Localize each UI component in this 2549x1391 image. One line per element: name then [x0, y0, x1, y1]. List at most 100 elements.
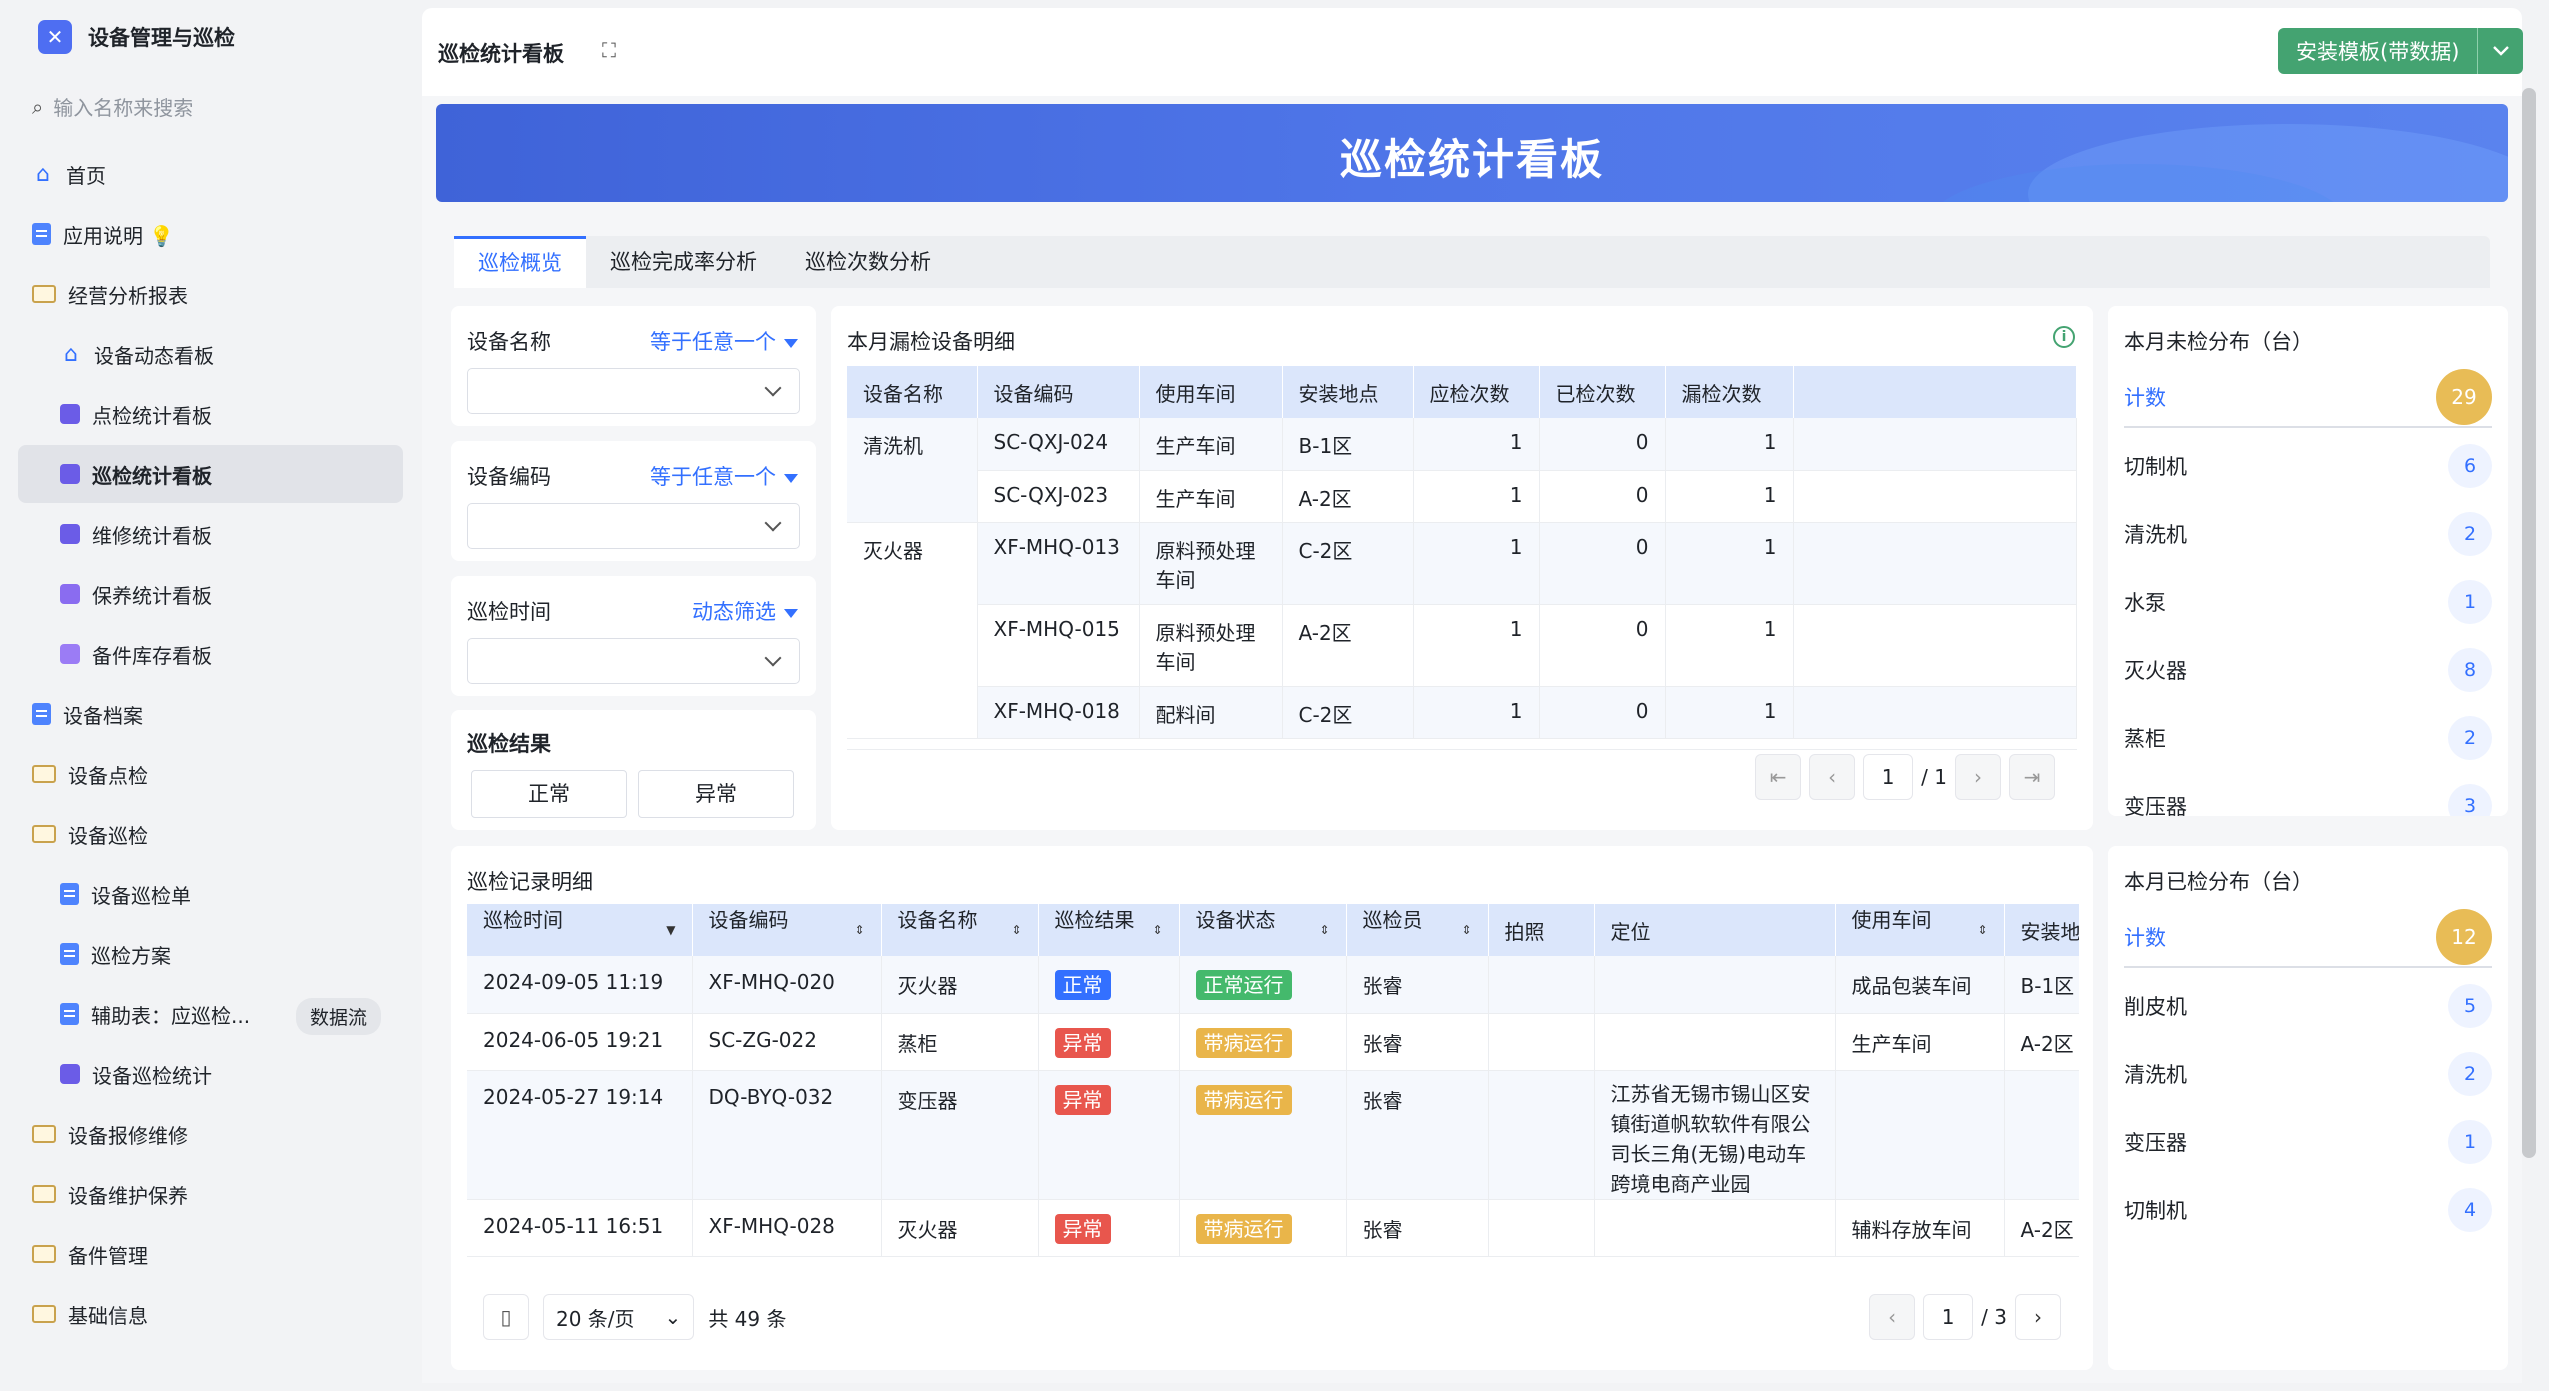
- banner-title: 巡检统计看板: [1339, 135, 1604, 184]
- count-label: 计数: [2124, 386, 2166, 410]
- table-row[interactable]: 2024-06-05 19:21 SC-ZG-022 蒸柜 异常 带病运行 张睿 生产车间 A…: [467, 1013, 2079, 1071]
- table-row[interactable]: SC-QXJ-023 生产车间 A-2区 1 0 1: [847, 470, 2077, 523]
- nav-item[interactable]: 巡检方案: [18, 925, 403, 983]
- cell: XF-MHQ-015: [977, 604, 1140, 687]
- distribution-row[interactable]: 变压器 1: [2124, 1112, 2492, 1172]
- first-page-icon[interactable]: ⇤: [1755, 754, 1802, 800]
- total-pages: / 1: [1921, 765, 1947, 789]
- table-row[interactable]: 2024-09-05 11:19 XF-MHQ-020 灭火器 正常 正常运行 张睿 成品包…: [467, 956, 2079, 1014]
- distribution-row[interactable]: 灭火器 8: [2124, 640, 2492, 700]
- result-abnormal-button[interactable]: 异常: [638, 770, 794, 818]
- column-toggle-icon[interactable]: ▯: [483, 1294, 529, 1340]
- filter-operator-dropdown[interactable]: 等于任意一个: [650, 326, 798, 356]
- cell: 异常: [1038, 1070, 1180, 1200]
- nav-item[interactable]: 设备维护保养: [18, 1165, 403, 1223]
- prev-page-icon[interactable]: ‹: [1869, 1294, 1916, 1340]
- cell: 原料预处理车间: [1139, 522, 1283, 605]
- distribution-row[interactable]: 切制机 4: [2124, 1180, 2492, 1240]
- device-name-select[interactable]: [467, 368, 800, 414]
- nav-item[interactable]: 设备档案: [18, 685, 403, 743]
- result-tag: 异常: [1054, 1084, 1111, 1115]
- nav-search[interactable]: ⌕ 输入名称来搜索: [32, 92, 193, 121]
- nav-item[interactable]: 备件库存看板: [18, 625, 403, 683]
- cell: 灭火器: [881, 1199, 1039, 1257]
- table-row[interactable]: 2024-05-27 19:14 DQ-BYQ-032 变压器 异常 带病运行 张睿 江苏省…: [467, 1070, 2079, 1200]
- install-button-label[interactable]: 安装模板(带数据): [2278, 36, 2477, 66]
- fullscreen-icon[interactable]: ⛶: [602, 38, 616, 62]
- nav-item[interactable]: 保养统计看板: [18, 565, 403, 623]
- patrol-time-select[interactable]: [467, 638, 800, 684]
- nav-item[interactable]: 维修统计看板: [18, 505, 403, 563]
- column-header: 应检次数: [1413, 366, 1540, 418]
- tab-completion-rate[interactable]: 巡检完成率分析: [586, 236, 781, 288]
- page-input[interactable]: 1: [1923, 1294, 1974, 1340]
- nav-item[interactable]: 基础信息: [18, 1285, 403, 1343]
- distribution-row[interactable]: 清洗机 2: [2124, 504, 2492, 564]
- cell: 1: [1665, 522, 1794, 605]
- device-code-select[interactable]: [467, 503, 800, 549]
- column-header-location: 定位: [1594, 904, 1836, 956]
- nav-item[interactable]: 设备点检: [18, 745, 403, 803]
- distribution-row[interactable]: 清洗机 2: [2124, 1044, 2492, 1104]
- column-header-site: 安装地: [2004, 904, 2079, 956]
- cell: 灭火器: [847, 522, 978, 739]
- nav-item-label: 基础信息: [68, 1303, 148, 1328]
- next-page-icon[interactable]: ›: [2015, 1294, 2061, 1340]
- cell: 张睿: [1346, 1070, 1489, 1200]
- next-page-icon[interactable]: ›: [1955, 754, 2001, 800]
- distribution-row[interactable]: 变压器 3: [2124, 776, 2492, 816]
- filter-operator-dropdown[interactable]: 动态筛选: [692, 596, 798, 626]
- nav-item[interactable]: 备件管理: [18, 1225, 403, 1283]
- install-template-button[interactable]: 安装模板(带数据): [2278, 28, 2524, 74]
- nav-item-label: 辅助表：应巡检...: [91, 1003, 251, 1028]
- dashboard-banner: 巡检统计看板: [436, 104, 2508, 202]
- nav-item[interactable]: 点检统计看板: [18, 385, 403, 443]
- table-row[interactable]: XF-MHQ-018 配料间 C-2区 1 0 1: [847, 686, 2077, 739]
- column-header-code[interactable]: 设备编码 ⇕: [692, 904, 882, 956]
- folder-icon: [32, 1245, 56, 1263]
- column-header-workshop[interactable]: 使用车间 ⇕: [1835, 904, 2005, 956]
- nav-item[interactable]: 设备报修维修: [18, 1105, 403, 1163]
- table-row[interactable]: 清洗机 SC-QXJ-024 生产车间 B-1区 1 0 1: [847, 418, 2077, 523]
- nav-item[interactable]: 设备巡检统计: [18, 1045, 403, 1103]
- count-badge: 5: [2448, 984, 2492, 1028]
- page-size-value[interactable]: 20 条/页: [556, 1303, 635, 1332]
- tab-count-analysis[interactable]: 巡检次数分析: [781, 236, 955, 288]
- nav-item[interactable]: 设备巡检: [18, 805, 403, 863]
- nav-item[interactable]: 辅助表：应巡检... 数据流: [18, 985, 403, 1043]
- search-placeholder[interactable]: 输入名称来搜索: [53, 92, 193, 121]
- last-page-icon[interactable]: ⇥: [2009, 754, 2055, 800]
- prev-page-icon[interactable]: ‹: [1809, 754, 1856, 800]
- filter-operator-dropdown[interactable]: 等于任意一个: [650, 461, 798, 491]
- nav-item[interactable]: 设备巡检单: [18, 865, 403, 923]
- doc-icon: [32, 223, 51, 245]
- info-icon[interactable]: i: [2053, 326, 2075, 348]
- nav-item-label: 设备维护保养: [68, 1183, 188, 1208]
- result-normal-button[interactable]: 正常: [471, 770, 627, 818]
- nav-item[interactable]: 经营分析报表: [18, 265, 403, 323]
- distribution-row[interactable]: 削皮机 5: [2124, 976, 2492, 1036]
- distribution-row[interactable]: 切制机 6: [2124, 436, 2492, 496]
- distribution-row[interactable]: 水泵 1: [2124, 572, 2492, 632]
- column-header-inspector[interactable]: 巡检员 ⇕: [1346, 904, 1489, 956]
- cell: A-2区: [1282, 604, 1414, 687]
- cell: 0: [1539, 522, 1666, 605]
- table-row[interactable]: 灭火器 XF-MHQ-013 原料预处理车间 C-2区 1 0 1: [847, 522, 2077, 739]
- nav-item[interactable]: ⌂ 设备动态看板: [18, 325, 403, 383]
- section-title: 本月漏检设备明细: [847, 330, 1015, 354]
- chevron-down-icon[interactable]: [2477, 28, 2523, 74]
- column-header-name[interactable]: 设备名称 ⇕: [881, 904, 1039, 956]
- column-header-result[interactable]: 巡检结果 ⇕: [1038, 904, 1180, 956]
- nav-item[interactable]: 巡检统计看板: [18, 445, 403, 503]
- nav-item[interactable]: 应用说明 💡: [18, 205, 403, 263]
- distribution-row[interactable]: 蒸柜 2: [2124, 708, 2492, 768]
- table-row[interactable]: XF-MHQ-015 原料预处理车间 A-2区 1 0 1: [847, 604, 2077, 687]
- page-size-select[interactable]: 20 条/页 ⌄: [543, 1294, 695, 1340]
- page-scrollbar[interactable]: [2522, 88, 2536, 1158]
- tab-overview[interactable]: 巡检概览: [454, 236, 586, 288]
- table-row[interactable]: 2024-05-11 16:51 XF-MHQ-028 灭火器 异常 带病运行 张睿 辅料存…: [467, 1199, 2079, 1257]
- page-input[interactable]: 1: [1863, 754, 1914, 800]
- nav-item[interactable]: ⌂ 首页: [18, 145, 403, 203]
- column-header-status[interactable]: 设备状态 ⇕: [1179, 904, 1347, 956]
- column-header-time[interactable]: 巡检时间 ▼: [467, 904, 693, 956]
